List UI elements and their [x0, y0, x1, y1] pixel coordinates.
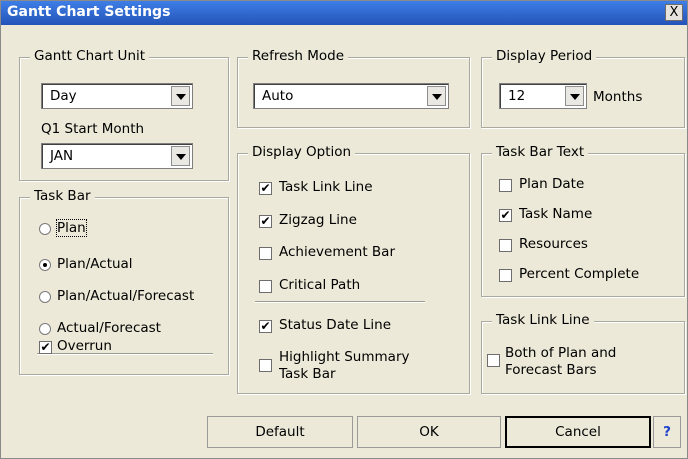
- overrun-checkbox[interactable]: ✔: [39, 341, 52, 354]
- cancel-button[interactable]: Cancel: [505, 416, 651, 448]
- refresh-mode-legend: Refresh Mode: [248, 48, 349, 64]
- display-period-select[interactable]: 12: [499, 83, 587, 109]
- display-option-checkbox[interactable]: ✔: [259, 182, 272, 195]
- default-button[interactable]: Default: [207, 416, 353, 448]
- gantt-unit-value: Day: [50, 88, 77, 104]
- display-option-label: Task Link Line: [279, 179, 373, 195]
- refresh-mode-select[interactable]: Auto: [253, 83, 449, 109]
- display-period-legend: Display Period: [492, 48, 597, 64]
- task-bar-text-label: Resources: [519, 236, 588, 252]
- task-bar-radio[interactable]: [39, 323, 51, 335]
- ok-button[interactable]: OK: [357, 416, 501, 448]
- display-option-label: Zigzag Line: [279, 212, 357, 228]
- task-bar-text-checkbox[interactable]: [499, 269, 512, 282]
- task-bar-text-label: Plan Date: [519, 176, 585, 192]
- window-title: Gantt Chart Settings: [7, 4, 171, 20]
- chevron-down-icon[interactable]: [427, 86, 446, 106]
- task-bar-text-checkbox[interactable]: [499, 179, 512, 192]
- task-bar-radio[interactable]: [39, 259, 51, 271]
- display-option-separator: [255, 301, 425, 303]
- gantt-settings-dialog: Gantt Chart Settings X Gantt Chart Unit …: [0, 0, 688, 459]
- chevron-down-icon[interactable]: [171, 146, 190, 166]
- chevron-down-icon[interactable]: [565, 86, 584, 106]
- task-bar-radio[interactable]: [39, 223, 51, 235]
- task-bar-text-label: Task Name: [519, 206, 593, 222]
- both-plan-forecast-label: Both of Plan and Forecast Bars: [505, 345, 617, 378]
- display-option-label: Critical Path: [279, 277, 361, 293]
- display-option-checkbox[interactable]: ✔: [259, 320, 272, 333]
- task-bar-text-label: Percent Complete: [519, 266, 640, 282]
- display-option-label: Status Date Line: [279, 317, 392, 333]
- refresh-mode-value: Auto: [262, 88, 294, 104]
- task-bar-text-checkbox[interactable]: [499, 239, 512, 252]
- help-icon[interactable]: ?: [653, 416, 681, 448]
- close-icon[interactable]: X: [665, 4, 683, 21]
- display-option-checkbox[interactable]: [259, 359, 272, 372]
- display-option-label: Achievement Bar: [279, 244, 396, 260]
- overrun-label: Overrun: [57, 338, 112, 354]
- display-option-checkbox[interactable]: ✔: [259, 215, 272, 228]
- display-option-legend: Display Option: [248, 144, 356, 160]
- both-plan-forecast-checkbox[interactable]: [487, 354, 500, 367]
- display-option-checkbox[interactable]: [259, 280, 272, 293]
- gantt-unit-select[interactable]: Day: [41, 83, 193, 109]
- task-bar-legend: Task Bar: [30, 188, 95, 204]
- display-option-checkbox[interactable]: [259, 247, 272, 260]
- task-link-line-legend: Task Link Line: [492, 312, 594, 328]
- task-bar-option-label: Plan/Actual/Forecast: [57, 288, 195, 304]
- display-period-unit: Months: [593, 89, 643, 105]
- task-bar-text-checkbox[interactable]: ✔: [499, 209, 512, 222]
- task-bar-text-legend: Task Bar Text: [492, 144, 589, 160]
- q1-start-month-value: JAN: [50, 148, 74, 164]
- task-bar-radio[interactable]: [39, 291, 51, 303]
- task-bar-option-label: Plan: [56, 219, 87, 237]
- task-bar-option-label: Actual/Forecast: [57, 320, 161, 336]
- chevron-down-icon[interactable]: [171, 86, 190, 106]
- gantt-unit-legend: Gantt Chart Unit: [30, 48, 150, 64]
- task-bar-option-label: Plan/Actual: [57, 256, 133, 272]
- display-option-label: Highlight Summary Task Bar: [279, 349, 410, 382]
- title-bar[interactable]: Gantt Chart Settings X: [1, 1, 687, 25]
- q1-start-month-select[interactable]: JAN: [41, 143, 193, 169]
- q1-start-month-label: Q1 Start Month: [41, 121, 145, 137]
- display-period-value: 12: [508, 88, 526, 104]
